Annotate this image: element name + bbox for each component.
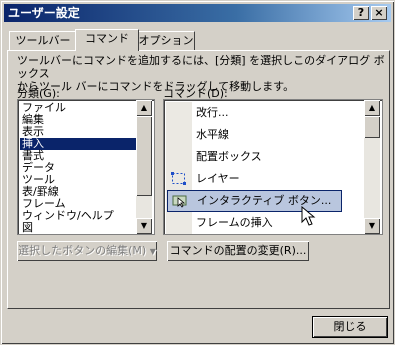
tab-options[interactable]: オプション [137, 31, 195, 50]
command-label: 配置ボックス [196, 150, 262, 163]
categories-list[interactable]: ファイル 編集 表示 挿入 書式 データ ツール 表/罫線 フレーム ウィンドウ… [17, 99, 155, 235]
category-item[interactable]: ウィンドウ/ヘルプ [20, 210, 114, 222]
command-item[interactable]: 配置ボックス [166, 146, 341, 168]
command-label: フレームの挿入 [196, 216, 273, 229]
customize-dialog: ユーザー設定 ? × ツールバー コマンド オプション ツールバーにコマンドを追… [0, 0, 395, 345]
command-label: 水平線 [196, 128, 229, 141]
commands-list[interactable]: 改行... 水平線 配置ボックス レイヤー インタラクティブ ボタン... フレ… [163, 99, 383, 235]
title-bar: ユーザー設定 ? × [4, 4, 391, 22]
mouse-pointer-icon [301, 205, 319, 228]
tab-commands[interactable]: コマンド [75, 29, 139, 51]
scroll-down-arrow-icon[interactable]: ▼ [364, 218, 380, 234]
command-item[interactable]: レイヤー [166, 168, 341, 190]
scroll-up-arrow-icon[interactable]: ▲ [136, 100, 152, 116]
scroll-up-arrow-icon[interactable]: ▲ [364, 100, 380, 116]
interactive-button-icon [172, 194, 188, 208]
command-label: レイヤー [196, 172, 240, 185]
scroll-thumb[interactable] [136, 116, 152, 196]
rearrange-commands-button[interactable]: コマンドの配置の変更(R)... [167, 241, 309, 261]
close-window-button[interactable]: × [371, 6, 387, 20]
instructions-line-1: ツールバーにコマンドを追加するには、[分類] を選択しこのダイアログ ボックス [17, 54, 385, 80]
help-button[interactable]: ? [353, 6, 369, 20]
commands-scrollbar[interactable]: ▲ ▼ [364, 100, 380, 234]
scroll-down-arrow-icon[interactable]: ▼ [136, 218, 152, 234]
categories-scrollbar[interactable]: ▲ ▼ [136, 100, 152, 234]
command-item[interactable]: 改行... [166, 102, 341, 124]
edit-selected-label: 選択したボタンの編集(M) [18, 244, 147, 257]
command-item[interactable]: 水平線 [166, 124, 341, 146]
layer-icon [171, 172, 187, 186]
edit-selected-button[interactable]: 選択したボタンの編集(M) ▼ [17, 241, 157, 261]
tab-toolbars[interactable]: ツールバー [9, 31, 77, 50]
close-button[interactable]: 閉じる [312, 316, 388, 338]
dialog-title: ユーザー設定 [8, 6, 80, 20]
scroll-thumb[interactable] [364, 116, 380, 138]
category-item[interactable]: 図 [20, 222, 33, 234]
command-label: 改行... [196, 106, 229, 119]
dropdown-arrow-icon: ▼ [149, 247, 156, 256]
